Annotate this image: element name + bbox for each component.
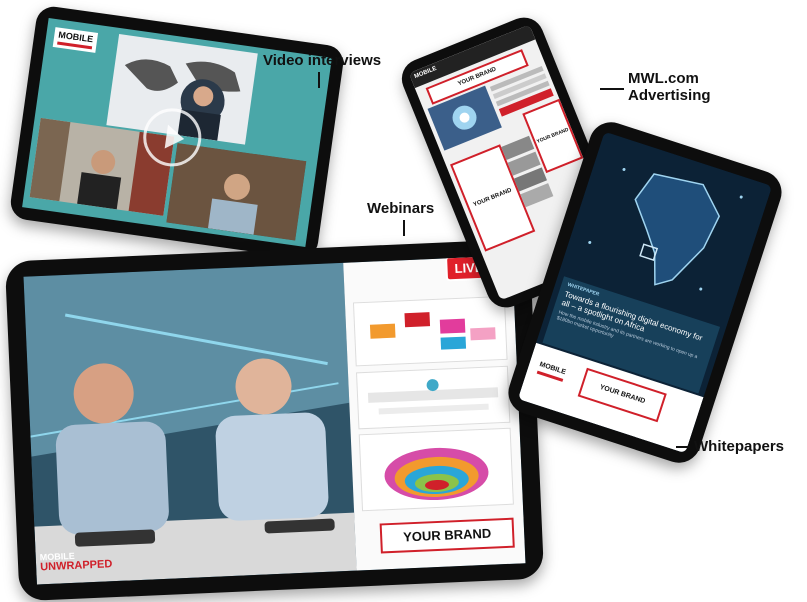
callout-leader	[676, 446, 690, 448]
callout-video-interviews: Video interviews	[263, 52, 382, 69]
your-brand-banner[interactable]: YOUR BRAND	[379, 517, 515, 554]
webinar-screen: LIVE YOUR BRAND MOBILE UNWRAPPED	[23, 255, 526, 585]
mobile-logo: MOBILE	[52, 27, 99, 53]
callout-webinars: Webinars	[367, 200, 435, 217]
callout-leader	[403, 220, 405, 236]
play-icon	[164, 124, 185, 149]
slide-rings-icon	[384, 447, 489, 501]
slide-flow-icon	[367, 379, 499, 415]
slide-thumbnail[interactable]	[356, 365, 511, 430]
mobile-unwrapped-logo: MOBILE UNWRAPPED	[39, 550, 113, 574]
webinars-tablet: LIVE YOUR BRAND MOBILE UNWRAPPED	[4, 238, 545, 602]
callout-advertising-line1: MWL.com	[628, 70, 699, 87]
callout-advertising-line2: Advertising	[628, 87, 711, 104]
callout-advertising: MWL.com Advertising	[628, 70, 711, 104]
video-interviews-tablet: MOBILE	[8, 4, 346, 261]
slide-diagram-icon	[369, 312, 496, 350]
callout-whitepapers: Whitepapers	[694, 438, 785, 455]
slide-thumbnail[interactable]	[352, 295, 508, 367]
mobile-logo: MOBILE	[413, 65, 438, 81]
callout-leader	[600, 88, 624, 90]
play-button[interactable]	[139, 104, 206, 171]
callout-leader	[318, 72, 320, 88]
mobile-logo: MOBILE	[531, 356, 572, 386]
slide-thumbnail[interactable]	[358, 427, 514, 512]
